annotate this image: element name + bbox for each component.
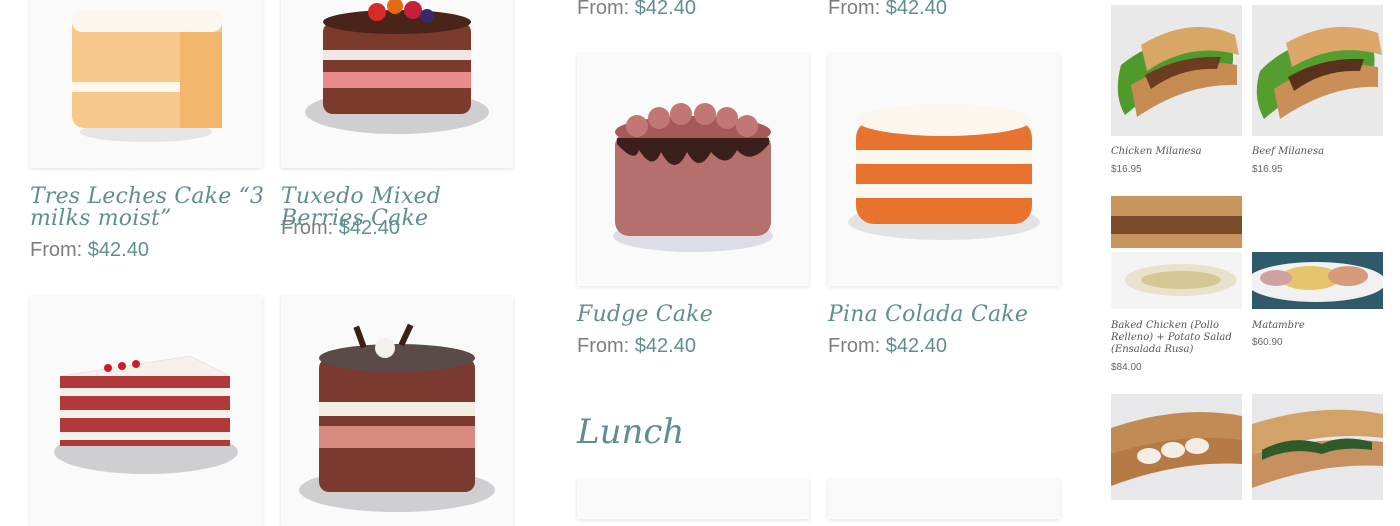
sidebar-product-thumb[interactable] xyxy=(1252,252,1383,309)
price-prefix: From: xyxy=(281,217,334,239)
product-name[interactable]: Tres Leches Cake “3 milks moist” xyxy=(30,186,270,230)
chocolate-layer-cake-image[interactable] xyxy=(281,296,513,526)
price-prefix: From: xyxy=(30,239,83,261)
sidebar-product-thumb[interactable] xyxy=(1252,5,1383,136)
pina-colada-cake-image[interactable] xyxy=(828,54,1060,286)
product-card-pina-colada[interactable] xyxy=(828,54,1060,286)
product-card-fudge[interactable] xyxy=(577,54,809,286)
sidebar-product-thumb[interactable] xyxy=(1111,196,1242,309)
product-card-red-velvet[interactable] xyxy=(30,296,262,526)
product-card-chocolate-layer[interactable] xyxy=(281,296,513,526)
fudge-cake-image[interactable] xyxy=(577,54,809,286)
product-price: From: $42.40 xyxy=(828,0,947,20)
lunch-product-image[interactable] xyxy=(828,479,1060,519)
sandwich-image[interactable] xyxy=(1111,394,1242,500)
beef-milanesa-image[interactable] xyxy=(1252,5,1383,136)
price-prefix: From: xyxy=(577,335,630,357)
price-amount: $42.40 xyxy=(885,0,947,19)
price-prefix: From: xyxy=(577,0,630,19)
price-amount: $42.40 xyxy=(87,239,149,261)
price-amount: $42.40 xyxy=(338,217,400,239)
sidebar-product-price: $16.95 xyxy=(1252,164,1283,175)
sidebar-product-thumb[interactable] xyxy=(1111,394,1242,500)
product-card-lunch[interactable] xyxy=(577,479,809,519)
price-amount: $42.40 xyxy=(885,335,947,357)
product-price: From: $42.40 xyxy=(30,238,149,262)
product-card-tuxedo-berries[interactable] xyxy=(281,0,513,168)
sidebar-product-price: $60.90 xyxy=(1252,337,1283,348)
product-name[interactable]: Pina Colada Cake xyxy=(828,304,1068,326)
chicken-milanesa-image[interactable] xyxy=(1111,5,1242,136)
sidebar-product-name[interactable]: Baked Chicken (Pollo Relleno) + Potato S… xyxy=(1111,320,1236,356)
price-amount: $42.40 xyxy=(634,0,696,19)
product-price: From: $42.40 xyxy=(281,216,400,240)
sidebar-product-price: $16.95 xyxy=(1111,164,1142,175)
baked-chicken-image[interactable] xyxy=(1111,196,1242,309)
product-price: From: $42.40 xyxy=(828,334,947,358)
sidebar-product-thumb[interactable] xyxy=(1111,5,1242,136)
sidebar-product-thumb[interactable] xyxy=(1252,394,1383,500)
lunch-product-image[interactable] xyxy=(577,479,809,519)
tuxedo-berries-cake-image[interactable] xyxy=(281,0,513,168)
price-prefix: From: xyxy=(828,335,881,357)
sidebar-product-name[interactable]: Chicken Milanesa xyxy=(1111,146,1236,158)
product-card-lunch[interactable] xyxy=(828,479,1060,519)
red-velvet-cake-image[interactable] xyxy=(30,296,262,526)
sidebar-product-price: $84.00 xyxy=(1111,362,1142,373)
sidebar-product-name[interactable]: Matambre xyxy=(1252,320,1377,332)
price-amount: $42.40 xyxy=(634,335,696,357)
sandwich-spinach-image[interactable] xyxy=(1252,394,1383,500)
tres-leches-cake-image[interactable] xyxy=(30,0,262,168)
section-title-lunch: Lunch xyxy=(577,412,685,452)
price-prefix: From: xyxy=(828,0,881,19)
matambre-image[interactable] xyxy=(1252,252,1383,309)
product-name[interactable]: Fudge Cake xyxy=(577,304,817,326)
product-card-tres-leches[interactable] xyxy=(30,0,262,168)
product-price: From: $42.40 xyxy=(577,0,696,20)
sidebar-product-name[interactable]: Beef Milanesa xyxy=(1252,146,1377,158)
product-price: From: $42.40 xyxy=(577,334,696,358)
